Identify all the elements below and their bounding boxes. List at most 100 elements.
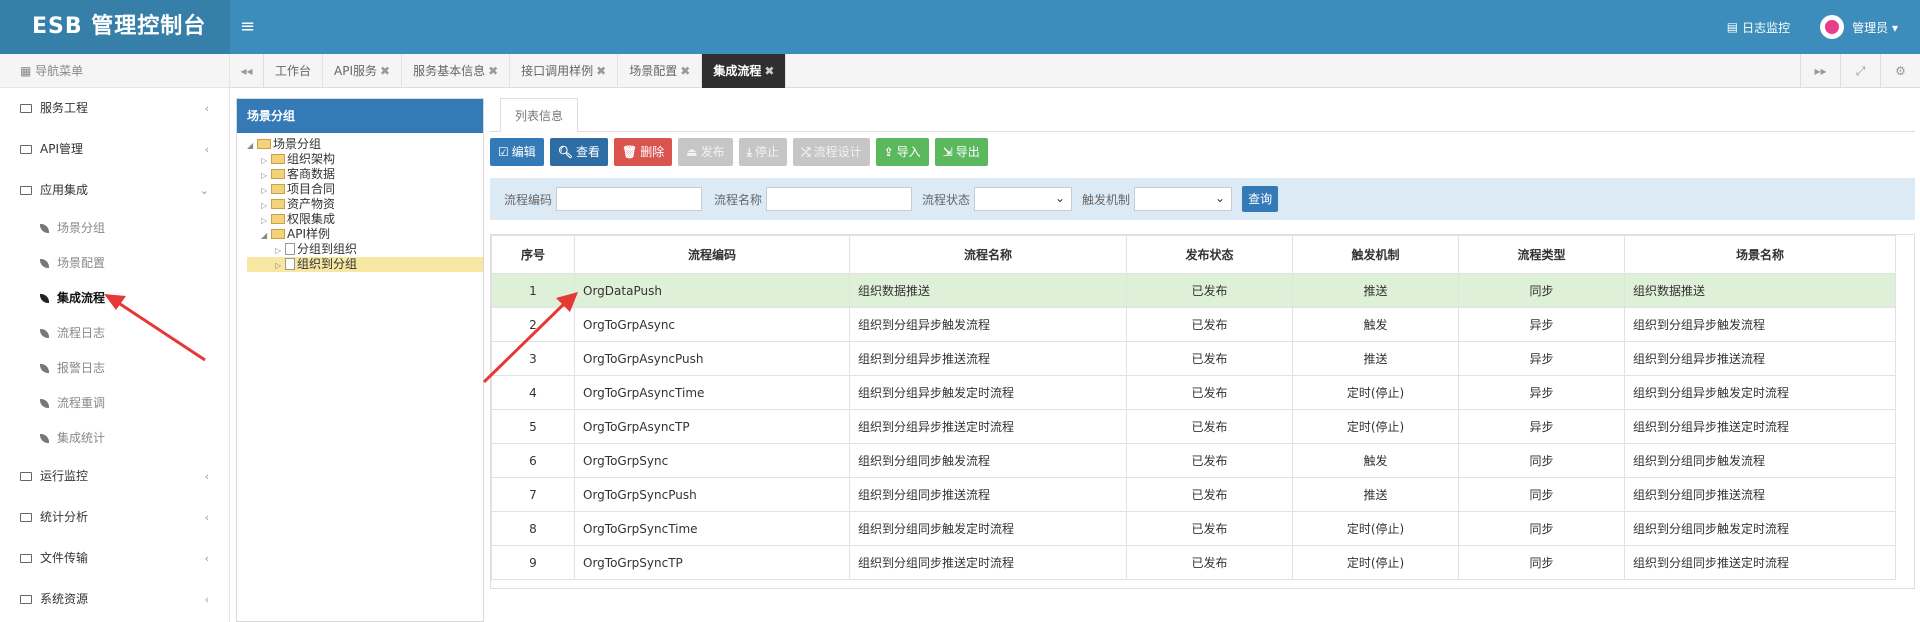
close-icon[interactable]: ✖	[680, 64, 690, 78]
tab-1[interactable]: API服务 ✖	[323, 54, 403, 88]
sidebar-group-groups_after-3[interactable]: 系统资源 ‹	[0, 579, 229, 620]
settings-icon[interactable]: ⚙	[1880, 54, 1920, 88]
sidebar-subitem-5[interactable]: 流程重调	[0, 386, 229, 421]
tab-label: 集成流程	[713, 64, 762, 78]
tab-3[interactable]: 接口调用样例 ✖	[510, 54, 619, 88]
close-icon[interactable]: ✖	[488, 64, 498, 78]
view-button[interactable]: 🔍︎ 查看	[549, 138, 609, 166]
tree-node-2[interactable]: ▷ 项目合同	[247, 182, 483, 197]
table-row[interactable]: 3 OrgToGrpAsyncPush 组织到分组异步推送流程 已发布 推送 异步 组织到分…	[491, 341, 1896, 376]
table-cell: 组织到分组同步触发流程	[849, 443, 1127, 478]
tree-toggle-icon[interactable]: ▷	[261, 183, 271, 198]
sidebar-subitem-6[interactable]: 集成统计	[0, 421, 229, 456]
table-row[interactable]: 5 OrgToGrpAsyncTP 组织到分组异步推送定时流程 已发布 定时(停止) 异步…	[491, 409, 1896, 444]
export-button[interactable]: ⇲ 导出	[934, 138, 988, 166]
table-row[interactable]: 6 OrgToGrpSync 组织到分组同步触发流程 已发布 触发 同步 组织到分组同步触发…	[491, 443, 1896, 478]
table-cell: OrgToGrpAsyncPush	[574, 341, 850, 376]
tab-next-button[interactable]: ▸▸	[1800, 54, 1840, 88]
tree-toggle-icon[interactable]: ◢	[247, 138, 257, 153]
table-cell: 已发布	[1126, 545, 1293, 580]
tree-node-4[interactable]: ▷ 权限集成	[247, 212, 483, 227]
sidebar-group-groups_after-0[interactable]: 运行监控 ‹	[0, 456, 229, 497]
publish-button[interactable]: ⏏ 发布	[678, 138, 733, 166]
main-panel: 列表信息 ☑ 编辑 🔍︎ 查看 🗑︎ 删除 ⏏ 发布 ⤓ 停止 ⤮ 流程设计 ⇪ 导入 ⇲ 导出…	[490, 98, 1915, 622]
tree-toggle-icon[interactable]: ▷	[275, 243, 285, 258]
folder-icon	[271, 229, 285, 239]
tab-5[interactable]: 集成流程 ✖	[702, 54, 787, 88]
table-cell: 已发布	[1126, 375, 1293, 410]
sidebar-subitem-1[interactable]: 场景配置	[0, 246, 229, 281]
table-row[interactable]: 8 OrgToGrpSyncTime 组织到分组同步触发定时流程 已发布 定时(停止) 同…	[491, 511, 1896, 546]
sidebar-subitem-label: 集成流程	[57, 291, 106, 305]
flow-status-select[interactable]	[974, 187, 1073, 211]
close-icon[interactable]: ✖	[596, 64, 606, 78]
flow-design-button[interactable]: ⤮ 流程设计	[792, 138, 870, 166]
sidebar-group-groups-1[interactable]: API管理 ‹	[0, 129, 229, 170]
log-monitor-link[interactable]: ▤ 日志监控	[1727, 19, 1790, 36]
table-row[interactable]: 7 OrgToGrpSyncPush 组织到分组同步推送流程 已发布 推送 同步 组织到分组…	[491, 477, 1896, 512]
tree-toggle-icon[interactable]: ▷	[261, 198, 271, 213]
column-header[interactable]: 场景名称	[1624, 235, 1896, 274]
column-header[interactable]: 流程类型	[1458, 235, 1625, 274]
tree-node-1[interactable]: ▷ 客商数据	[247, 167, 483, 182]
close-icon[interactable]: ✖	[380, 64, 390, 78]
table-cell: 定时(停止)	[1292, 409, 1459, 444]
avatar[interactable]	[1820, 15, 1845, 39]
import-button[interactable]: ⇪ 导入	[875, 138, 929, 166]
close-icon[interactable]: ✖	[764, 64, 774, 78]
sidebar-group-groups-2[interactable]: 应用集成 ⌄	[0, 170, 229, 211]
tree-toggle-icon[interactable]: ▷	[261, 153, 271, 168]
sidebar-group-label: 运行监控	[40, 469, 89, 483]
tree-root[interactable]: ◢ 场景分组	[247, 137, 483, 152]
fullscreen-icon[interactable]: ⤢	[1840, 54, 1880, 88]
tab-2[interactable]: 服务基本信息 ✖	[402, 54, 511, 88]
sidebar-group-groups_after-1[interactable]: 统计分析 ‹	[0, 497, 229, 538]
column-header[interactable]: 序号	[491, 235, 575, 274]
table-row[interactable]: 2 OrgToGrpAsync 组织到分组异步触发流程 已发布 触发 异步 组织到分组异步触…	[491, 307, 1896, 342]
sidebar-subitem-3[interactable]: 流程日志	[0, 316, 229, 351]
log-monitor-label: 日志监控	[1742, 20, 1791, 35]
user-menu[interactable]: 管理员 ▾	[1852, 19, 1898, 36]
table-cell: 2	[491, 307, 575, 342]
column-header[interactable]: 发布状态	[1126, 235, 1293, 274]
sidebar-group-groups-0[interactable]: 服务工程 ‹	[0, 88, 229, 129]
delete-button[interactable]: 🗑︎ 删除	[614, 138, 673, 166]
folder-icon	[271, 214, 285, 224]
table-row[interactable]: 4 OrgToGrpAsyncTime 组织到分组异步触发定时流程 已发布 定时(停止)…	[491, 375, 1896, 410]
tree-node-api-child-0[interactable]: ▷ 分组到组织	[247, 242, 483, 257]
sidebar-subitem-2[interactable]: 集成流程	[0, 281, 229, 316]
column-header[interactable]: 流程名称	[849, 235, 1127, 274]
sidebar-subitem-label: 流程日志	[57, 326, 106, 340]
sidebar-subitem-0[interactable]: 场景分组	[0, 211, 229, 246]
query-button[interactable]: 查询	[1242, 186, 1279, 212]
tab-list-info[interactable]: 列表信息	[500, 98, 579, 132]
file-icon	[285, 258, 295, 270]
column-header[interactable]: 流程编码	[574, 235, 850, 274]
tree-node-api[interactable]: ◢ API样例	[247, 227, 483, 242]
tree-toggle-icon[interactable]: ▷	[275, 258, 285, 273]
tab-0[interactable]: 工作台	[264, 54, 324, 88]
table-cell: 组织到分组同步推送流程	[849, 477, 1127, 512]
sidebar-group-groups_after-2[interactable]: 文件传输 ‹	[0, 538, 229, 579]
menu-toggle-icon[interactable]: ≡	[240, 14, 255, 40]
table-cell: 异步	[1458, 375, 1625, 410]
flow-table-wrapper: 序号 流程编码 流程名称 发布状态 触发机制 流程类型 场景名称 1 OrgDataPush 组…	[490, 234, 1915, 589]
tree-toggle-icon[interactable]: ▷	[261, 213, 271, 228]
stop-button[interactable]: ⤓ 停止	[738, 138, 787, 166]
flow-code-input[interactable]	[556, 187, 703, 211]
sidebar-subitem-4[interactable]: 报警日志	[0, 351, 229, 386]
flow-name-input[interactable]	[766, 187, 913, 211]
tree-node-3[interactable]: ▷ 资产物资	[247, 197, 483, 212]
edit-button[interactable]: ☑ 编辑	[490, 138, 544, 166]
tree-node-0[interactable]: ▷ 组织架构	[247, 152, 483, 167]
trigger-select[interactable]	[1134, 187, 1233, 211]
tab-label: API服务	[334, 64, 378, 78]
tree-node-api-child-1[interactable]: ▷ 组织到分组	[247, 257, 483, 272]
tree-toggle-icon[interactable]: ◢	[261, 228, 271, 243]
table-row[interactable]: 9 OrgToGrpSyncTP 组织到分组同步推送定时流程 已发布 定时(停止) 同步组…	[491, 545, 1896, 580]
tab-4[interactable]: 场景配置 ✖	[618, 54, 703, 88]
table-row[interactable]: 1 OrgDataPush 组织数据推送 已发布 推送 同步 组织数据推送	[491, 273, 1896, 308]
column-header[interactable]: 触发机制	[1292, 235, 1459, 274]
tab-prev-button[interactable]: ◂◂	[230, 54, 264, 88]
tree-toggle-icon[interactable]: ▷	[261, 168, 271, 183]
